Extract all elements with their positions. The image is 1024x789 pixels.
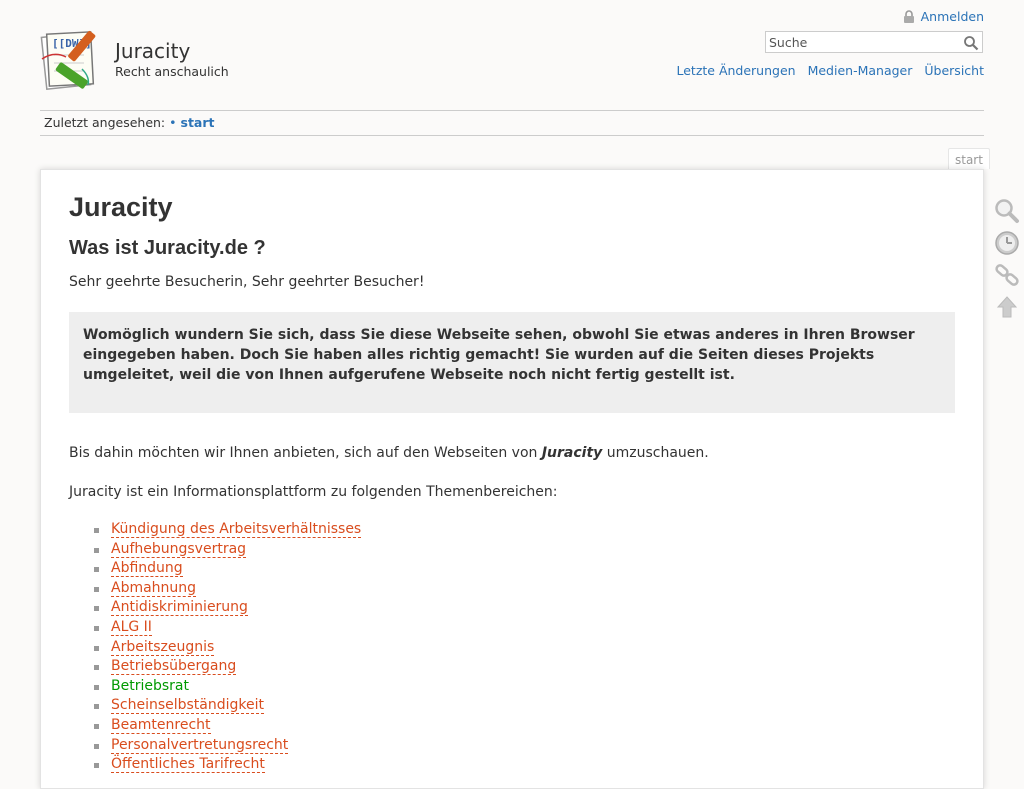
site-title[interactable]: Juracity — [115, 39, 190, 63]
user-tools: Anmelden — [903, 9, 984, 24]
list-item: Beamtenrecht — [94, 716, 955, 736]
topic-link[interactable]: ALG II — [111, 618, 152, 636]
arrow-up-icon — [996, 296, 1018, 318]
breadcrumb-separator: • — [169, 115, 177, 130]
breadcrumb-label: Zuletzt angesehen: — [44, 115, 166, 130]
topic-link[interactable]: Antidiskriminierung — [111, 599, 248, 617]
show-source-button[interactable] — [993, 196, 1021, 226]
greeting-text: Sehr geehrte Besucherin, Sehr geehrter B… — [69, 274, 425, 290]
topics-intro-text: Juracity ist ein Informationsplattform z… — [69, 484, 558, 500]
notice-box: Womöglich wundern Sie sich, dass Sie die… — [69, 312, 955, 413]
list-item: ALG II — [94, 618, 955, 638]
topic-link[interactable]: Scheinselbständigkeit — [111, 697, 265, 715]
page-tools — [993, 196, 1021, 324]
list-item: Betriebsübergang — [94, 657, 955, 677]
list-item: Kündigung des Arbeitsverhältnisses — [94, 520, 955, 540]
topic-link[interactable]: Arbeitszeugnis — [111, 638, 215, 656]
list-item: Scheinselbständigkeit — [94, 696, 955, 716]
topic-link[interactable]: Abmahnung — [111, 579, 197, 597]
topic-link[interactable]: Personalvertretungsrecht — [111, 736, 289, 754]
page-title: Juracity — [69, 192, 173, 222]
list-item: Öffentliches Tarifrecht — [94, 755, 955, 775]
intro-text-after: umzuschauen. — [602, 445, 709, 461]
topic-link[interactable]: Aufhebungsvertrag — [111, 540, 247, 558]
list-item: Antidiskriminierung — [94, 598, 955, 618]
list-item: Personalvertretungsrecht — [94, 736, 955, 756]
dokuwiki-logo-icon: [[DW]] — [40, 30, 96, 90]
lock-icon — [903, 9, 914, 23]
topic-link[interactable]: Betriebsübergang — [111, 658, 237, 676]
breadcrumb: Zuletzt angesehen: • start — [40, 110, 984, 136]
list-item: Arbeitszeugnis — [94, 638, 955, 658]
site-tagline: Recht anschaulich — [115, 64, 229, 79]
section-heading: Was ist Juracity.de ? — [69, 237, 266, 259]
search-form — [765, 31, 983, 53]
brand-name-emphasis: Juracity — [541, 445, 603, 461]
intro-text-before: Bis dahin möchten wir Ihnen anbieten, si… — [69, 445, 542, 461]
back-to-top-button[interactable] — [993, 292, 1021, 322]
page-id-tab: start — [948, 148, 990, 169]
search-icon — [964, 36, 979, 51]
page-content: Juracity Was ist Juracity.de ? Sehr geeh… — [40, 169, 984, 789]
list-item: Aufhebungsvertrag — [94, 540, 955, 560]
topic-link[interactable]: Abfindung — [111, 560, 183, 578]
recent-changes-link[interactable]: Letzte Änderungen — [676, 63, 795, 78]
backlinks-button[interactable] — [993, 260, 1021, 290]
magnifier-icon — [995, 199, 1019, 223]
old-revisions-button[interactable] — [993, 228, 1021, 258]
login-link[interactable]: Anmelden — [921, 9, 984, 24]
topic-link[interactable]: Beamtenrecht — [111, 716, 211, 734]
site-logo[interactable]: [[DW]] — [38, 25, 108, 95]
topic-link[interactable]: Betriebsrat — [111, 678, 189, 694]
site-tools: Letzte Änderungen Medien-Manager Übersic… — [676, 63, 984, 78]
list-item: Abfindung — [94, 559, 955, 579]
media-manager-link[interactable]: Medien-Manager — [808, 63, 913, 78]
search-input[interactable] — [766, 32, 962, 53]
sitemap-link[interactable]: Übersicht — [924, 63, 984, 78]
list-item: Betriebsrat — [94, 677, 955, 697]
topic-link[interactable]: Kündigung des Arbeitsverhältnisses — [111, 521, 362, 538]
topics-list: Kündigung des Arbeitsverhältnisses Aufhe… — [69, 520, 955, 775]
intro-paragraph: Bis dahin möchten wir Ihnen anbieten, si… — [69, 443, 955, 463]
breadcrumb-current[interactable]: start — [181, 115, 215, 130]
topic-link[interactable]: Öffentliches Tarifrecht — [111, 756, 265, 774]
search-button[interactable] — [963, 35, 979, 51]
clock-icon — [995, 231, 1019, 255]
list-item: Abmahnung — [94, 579, 955, 599]
chain-link-icon — [995, 264, 1019, 286]
